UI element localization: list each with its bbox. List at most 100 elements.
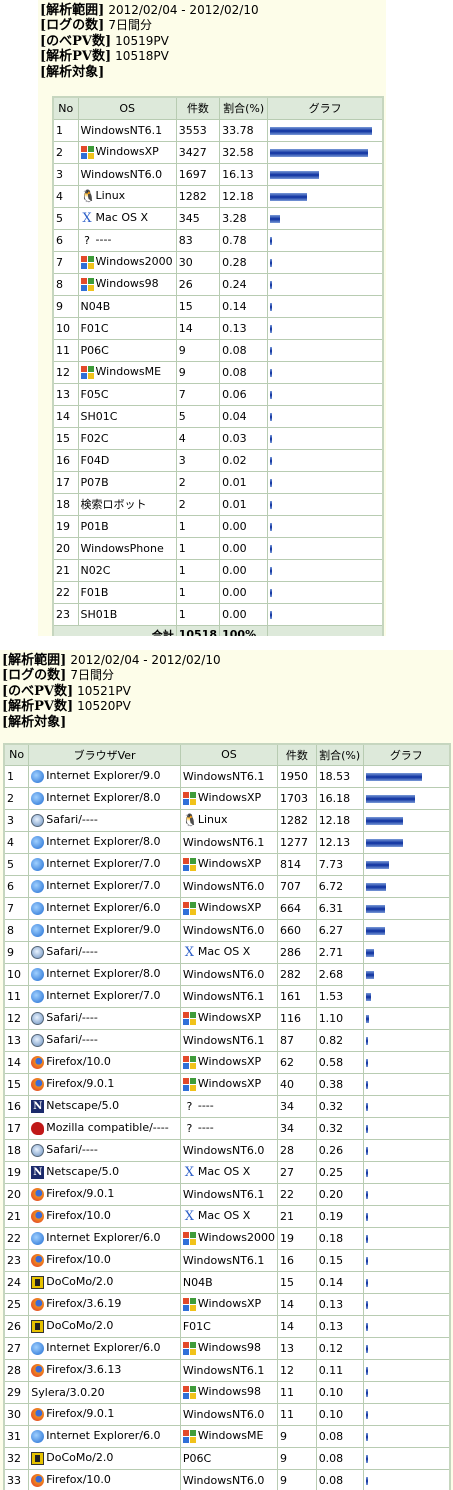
graph-cell	[267, 338, 384, 362]
windows-icon	[80, 365, 94, 379]
graph-cell	[362, 1380, 451, 1404]
os-cell: P01B	[77, 514, 177, 538]
table-row: 9 N04B 15 0.14	[52, 294, 384, 318]
os-cell-label: F04D	[80, 453, 110, 467]
col-header-graph: グラフ	[362, 743, 451, 766]
row-no: 19	[3, 1160, 30, 1184]
bar	[270, 588, 273, 597]
row-no: 29	[3, 1380, 30, 1404]
graph-cell	[362, 940, 451, 964]
os-cell-label: F02C	[80, 431, 109, 445]
os-cell: X Mac OS X	[179, 1204, 278, 1228]
rate-cell: 0.01	[219, 492, 269, 516]
browser-cell-label: Internet Explorer/9.0	[46, 923, 161, 937]
browser-cell-label: Sylera/3.0.20	[31, 1385, 105, 1399]
os-cell-label: P01B	[80, 519, 109, 533]
count-cell: 14	[276, 1292, 317, 1316]
meta-label: [解析対象]	[40, 64, 105, 80]
table-row: 1 WindowsNT6.1 3553 33.78	[52, 118, 384, 142]
row-no: 18	[52, 492, 79, 516]
meta-value: 2012/02/04 - 2012/02/10	[70, 653, 221, 667]
rate-cell: 6.31	[315, 896, 364, 920]
os-cell: Windows98	[77, 272, 177, 296]
rate-cell: 0.00	[219, 558, 269, 582]
count-cell: 1	[175, 580, 221, 604]
count-cell: 40	[276, 1072, 317, 1096]
row-no: 13	[52, 382, 79, 406]
os-cell: 🐧Linux	[179, 808, 278, 832]
row-no: 8	[52, 272, 79, 296]
os-cell-label: Linux	[197, 813, 228, 827]
graph-cell	[267, 118, 384, 142]
rate-cell: 0.14	[219, 294, 269, 318]
os-cell: WindowsXP	[179, 786, 278, 810]
table-row: 8 Windows98 26 0.24	[52, 272, 384, 296]
os-cell-label: Mac OS X	[197, 945, 251, 959]
rate-cell: 0.08	[315, 1468, 364, 1490]
graph-cell	[362, 1270, 451, 1294]
count-cell: 14	[175, 316, 221, 340]
os-cell: WindowsNT6.1	[179, 1358, 278, 1382]
total-label: 合計	[52, 624, 177, 636]
os-cell-label: ----	[95, 233, 112, 247]
browser-cell: Firefox/10.0	[28, 1204, 181, 1228]
meta-label: [解析対象]	[2, 714, 67, 730]
bar	[270, 148, 369, 157]
total-rate: 100%	[219, 624, 269, 636]
row-no: 30	[3, 1402, 30, 1426]
rate-cell: 0.13	[315, 1314, 364, 1338]
table-row: 28 Firefox/3.6.13 WindowsNT6.1 12 0.11	[3, 1358, 451, 1382]
os-cell-label: WindowsNT6.0	[182, 1473, 265, 1487]
count-cell: 660	[276, 918, 317, 942]
bar	[365, 838, 403, 847]
bar	[365, 1366, 368, 1375]
row-no: 20	[52, 536, 79, 560]
row-no: 9	[52, 294, 79, 318]
windows-icon	[182, 1385, 196, 1399]
os-cell: WindowsNT6.1	[179, 1248, 278, 1272]
rate-cell: 16.13	[219, 162, 269, 186]
table-row: 3 Safari/---- 🐧Linux 1282 12.18	[3, 808, 451, 832]
os-cell: WindowsME	[77, 360, 177, 384]
browser-cell: Safari/----	[28, 940, 181, 964]
bar	[365, 1190, 368, 1199]
browser-cell-label: Safari/----	[46, 1033, 98, 1047]
col-header-rate: 割合(%)	[315, 743, 364, 766]
row-no: 10	[52, 316, 79, 340]
rate-cell: 0.32	[315, 1116, 364, 1140]
os-table: No OS 件数 割合(%) グラフ 1 WindowsNT6.1 3553 33.7…	[52, 96, 384, 636]
graph-cell	[267, 272, 384, 296]
bar	[365, 970, 374, 979]
count-cell: 345	[175, 206, 221, 230]
count-cell: 3	[175, 448, 221, 472]
row-no: 3	[3, 808, 30, 832]
rate-cell: 7.73	[315, 852, 364, 876]
os-cell-label: WindowsME	[197, 1429, 264, 1443]
total-graph	[267, 624, 384, 636]
table-row: 12 WindowsME 9 0.08	[52, 360, 384, 384]
os-cell: WindowsNT6.0	[77, 162, 177, 186]
browser-cell-label: Internet Explorer/6.0	[46, 901, 161, 915]
report-meta: [解析範囲] 2012/02/04 - 2012/02/10 [ログの数] 7日間分[…	[2, 653, 221, 730]
table-row: 1 Internet Explorer/9.0 WindowsNT6.1 1950 18…	[3, 764, 451, 788]
row-no: 7	[3, 896, 30, 920]
count-cell: 3427	[175, 140, 221, 164]
rate-cell: 0.03	[219, 426, 269, 450]
bar	[270, 412, 273, 421]
os-cell-label: WindowsNT6.1	[182, 1187, 265, 1201]
table-row: 31 Internet Explorer/6.0 WindowsME 9 0.08	[3, 1424, 451, 1448]
os-cell: F02C	[77, 426, 177, 450]
browser-cell: Internet Explorer/6.0	[28, 1424, 181, 1448]
bar	[365, 1146, 368, 1155]
os-cell-label: WindowsNT6.0	[182, 1143, 265, 1157]
os-cell-label: WindowsNT6.0	[182, 1407, 265, 1421]
rate-cell: 12.13	[315, 830, 364, 854]
bar	[270, 456, 273, 465]
bar	[270, 368, 273, 377]
os-cell-label: F01C	[182, 1319, 211, 1333]
os-cell-label: WindowsXP	[95, 145, 159, 159]
bar	[365, 794, 415, 803]
count-cell: 1277	[276, 830, 317, 854]
os-cell-label: N04B	[80, 299, 111, 313]
graph-cell	[362, 918, 451, 942]
